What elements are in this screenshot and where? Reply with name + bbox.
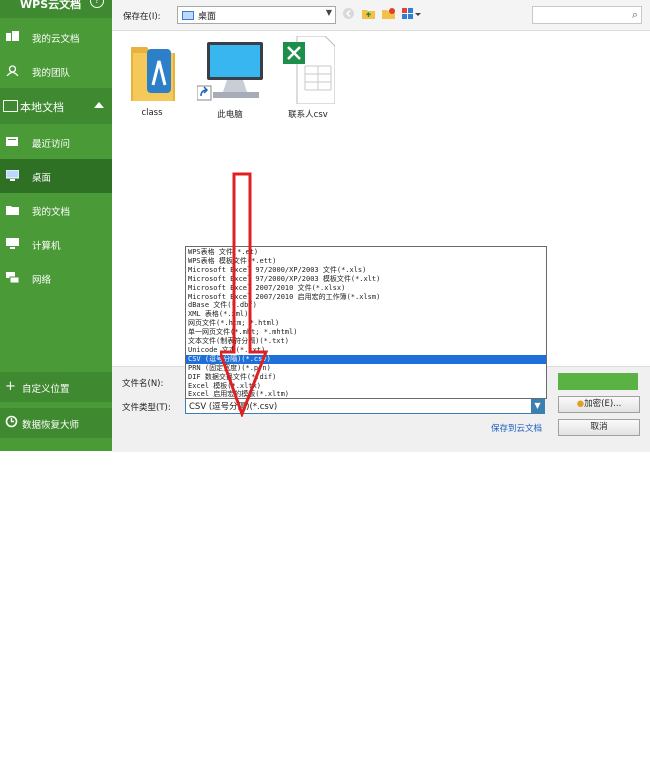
folder-icon: [6, 204, 19, 215]
dropdown-option[interactable]: XML 表格(*.xml): [186, 310, 546, 319]
up-folder-icon[interactable]: [362, 7, 375, 20]
save-in-label: 保存在(I):: [123, 12, 161, 22]
file-type-select[interactable]: CSV (逗号分隔)(*.csv) ▼: [185, 398, 545, 414]
custom-location-button[interactable]: + 自定义位置: [0, 372, 112, 402]
sidebar-item-label: 计算机: [32, 241, 61, 252]
file-item-contacts-csv[interactable]: 联系人csv: [271, 36, 345, 126]
cancel-button[interactable]: 取消: [558, 419, 640, 436]
help-icon[interactable]: ?: [90, 0, 104, 8]
recent-icon: [6, 136, 19, 147]
chevron-down-icon[interactable]: ▼: [531, 399, 544, 413]
dropdown-option[interactable]: dBase 文件(*.dbf): [186, 301, 546, 310]
encrypt-button[interactable]: ●加密(E)...: [558, 396, 640, 413]
sidebar-item-label: 我的云文档: [32, 34, 80, 45]
new-folder-icon[interactable]: [382, 7, 395, 20]
dropdown-option[interactable]: DIF 数据交换文件(*.dif): [186, 373, 546, 382]
dropdown-option[interactable]: 文本文件(制表符分隔)(*.txt): [186, 337, 546, 346]
dropdown-option[interactable]: Unicode 文本(*.txt): [186, 346, 546, 355]
button-label: 加密(E)...: [584, 399, 622, 409]
data-recovery-button[interactable]: 数据恢复大师: [0, 408, 112, 438]
chevron-down-icon[interactable]: ▼: [326, 8, 332, 17]
save-to-cloud-link[interactable]: 保存到云文档: [491, 422, 542, 434]
sidebar-item-label: 桌面: [32, 173, 52, 184]
sidebar-item-my-documents[interactable]: 我的文档: [0, 193, 112, 227]
button-label: 数据恢复大师: [22, 420, 80, 431]
back-icon[interactable]: [342, 7, 355, 20]
sidebar-item-network[interactable]: 网络: [0, 261, 112, 295]
search-icon[interactable]: ⌕: [632, 8, 638, 22]
file-type-dropdown-list[interactable]: WPS表格 文件(*.et) WPS表格 模板文件(*.ett) Microsoft…: [185, 246, 547, 399]
button-label: 自定义位置: [22, 384, 70, 395]
sidebar-item-label: 我的团队: [32, 68, 71, 79]
plus-icon: +: [5, 379, 16, 394]
dropdown-option[interactable]: 网页文件(*.htm; *.html): [186, 319, 546, 328]
file-type-value: CSV (逗号分隔)(*.csv): [189, 402, 278, 412]
toolbar: 保存在(I): 桌面 ▼ ⌕: [112, 0, 650, 31]
dropdown-option[interactable]: Microsoft Excel 97/2000/XP/2003 模板文件(*.x…: [186, 275, 546, 284]
folder-icon: [131, 47, 175, 101]
dropdown-option[interactable]: Microsoft Excel 2007/2010 文件(*.xlsx): [186, 284, 546, 293]
computer-shortcut-icon: [197, 42, 263, 101]
network-icon: [6, 272, 20, 284]
dropdown-option[interactable]: Excel 启用宏的模板(*.xltm): [186, 390, 546, 398]
dropdown-option[interactable]: CSV (逗号分隔)(*.csv): [186, 354, 546, 364]
dropdown-option[interactable]: Microsoft Excel 97/2000/XP/2003 文件(*.xls…: [186, 266, 546, 275]
sidebar-item-label: 我的文档: [32, 207, 71, 218]
sidebar: WPS云文档 ? 我的云文档 我的团队 本地文档 最近访问 桌面 我的文档 计算…: [0, 0, 112, 451]
desktop-icon: [182, 11, 194, 20]
sidebar-item-desktop[interactable]: 桌面: [0, 159, 112, 193]
dropdown-option[interactable]: WPS表格 模板文件(*.ett): [186, 257, 546, 266]
file-name: 此电脑: [217, 110, 243, 120]
desktop-icon: [5, 169, 20, 181]
file-name: 联系人csv: [288, 110, 328, 120]
view-menu-icon[interactable]: [402, 7, 422, 20]
sidebar-item-my-team[interactable]: 我的团队: [0, 54, 112, 88]
recovery-icon: [5, 415, 18, 432]
sidebar-item-label: 网络: [32, 275, 52, 286]
file-item-this-pc[interactable]: 此电脑: [193, 36, 267, 126]
team-icon: [6, 65, 19, 77]
dropdown-option[interactable]: 单一网页文件(*.mht; *.mhtml): [186, 328, 546, 337]
app-title: WPS云文档: [20, 0, 82, 11]
excel-file-icon: [283, 36, 335, 104]
file-type-label: 文件类型(T):: [122, 403, 171, 413]
file-name: class: [141, 108, 163, 118]
collapse-arrow-icon[interactable]: [94, 102, 104, 108]
location-value: 桌面: [198, 12, 217, 22]
section-label: 本地文档: [20, 101, 64, 114]
sidebar-item-computer[interactable]: 计算机: [0, 227, 112, 261]
save-button[interactable]: [558, 373, 638, 390]
sidebar-item-recent[interactable]: 最近访问: [0, 125, 112, 159]
file-item-class[interactable]: class: [115, 36, 189, 126]
sidebar-item-my-cloud-docs[interactable]: 我的云文档: [0, 20, 112, 54]
monitor-icon: [3, 100, 18, 112]
dropdown-option[interactable]: PRN (固定宽度)(*.prn): [186, 364, 546, 373]
file-name-label: 文件名(N):: [122, 379, 164, 389]
sidebar-item-label: 最近访问: [32, 139, 71, 150]
watermark: [617, 735, 650, 780]
local-docs-section[interactable]: 本地文档: [0, 88, 112, 124]
computer-icon: [6, 238, 19, 249]
location-combo[interactable]: 桌面 ▼: [177, 6, 336, 24]
app-title-bar: WPS云文档 ?: [0, 0, 112, 18]
cloud-doc-icon: [6, 31, 19, 42]
search-input[interactable]: ⌕: [532, 6, 642, 24]
dropdown-option[interactable]: WPS表格 文件(*.et): [186, 248, 546, 257]
